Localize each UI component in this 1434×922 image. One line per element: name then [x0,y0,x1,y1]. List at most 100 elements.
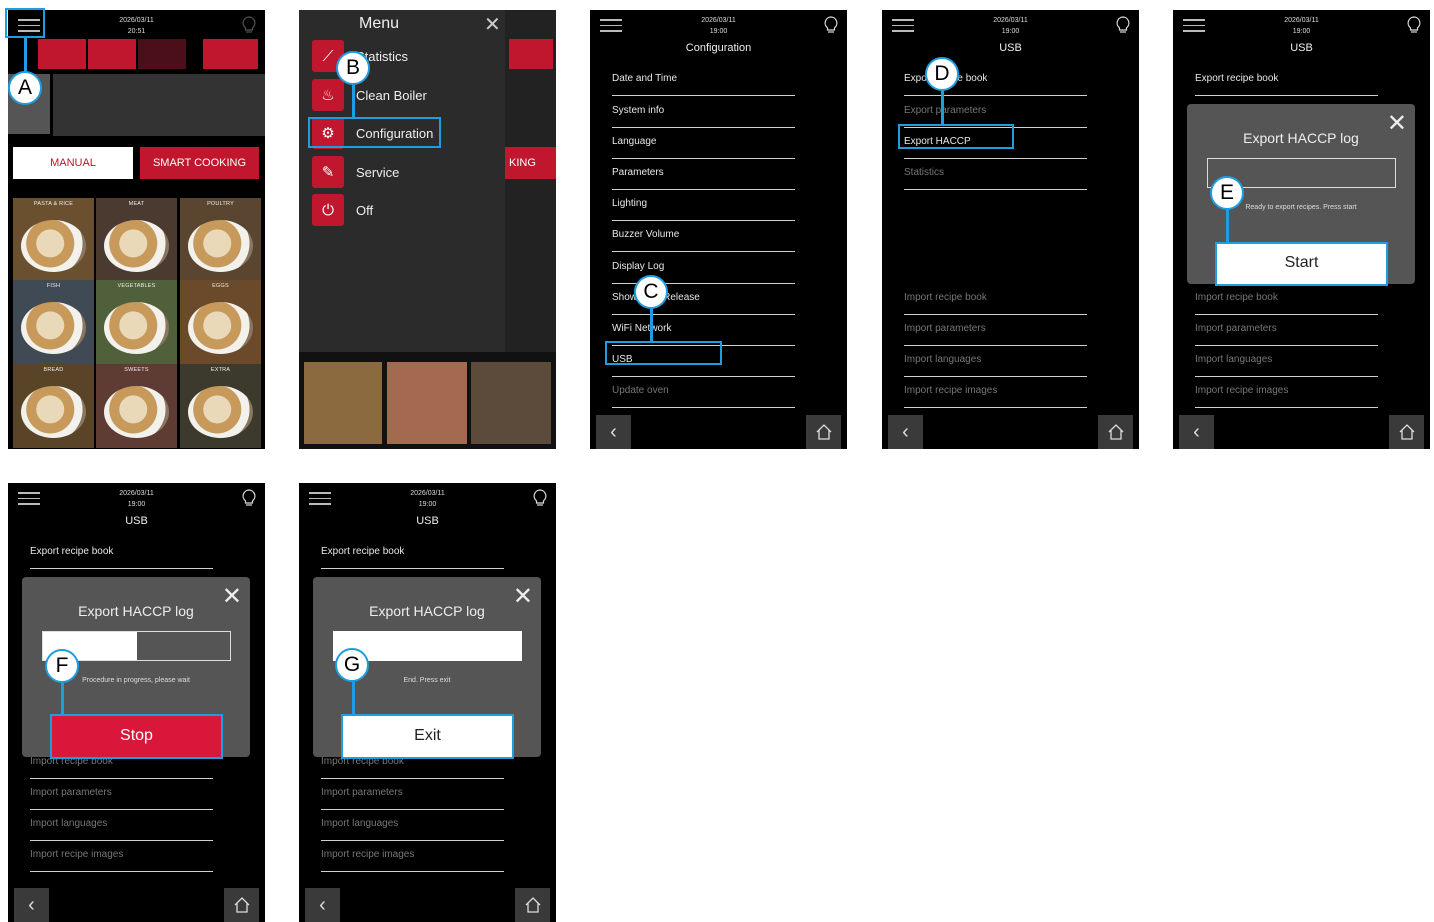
list-item-import-parameters: Import parameters [30,779,213,810]
callout-f-line [61,682,64,715]
category-label: FISH [46,283,61,289]
screen-usb-dialog-start: 2026/03/1119:00 USB Export recipe book E… [1173,10,1430,449]
tab-steam[interactable] [88,39,136,69]
lightbulb-icon[interactable] [241,16,257,34]
category-label: VEGETABLES [117,283,156,289]
datetime: 2026/03/11 20:51 [119,17,154,35]
config-item[interactable]: Buzzer Volume [612,221,795,252]
category-label: MEAT [128,201,145,207]
dialog-title: Export HACCP log [369,603,485,619]
lightbulb-icon[interactable] [532,489,548,507]
dish-image [21,220,86,272]
callout-d: D [925,57,959,91]
menu-panel: Menu ✕ ⟋ Statistics ♨ Clean Boiler ⚙ Config… [299,10,505,352]
home-icon [1399,424,1414,440]
category-tile[interactable]: MEAT [96,198,177,282]
menu-item-service[interactable]: ✎ Service [309,156,489,190]
tab-boiler[interactable] [38,39,86,69]
bottom-tiles [299,352,556,449]
manual-button[interactable]: MANUAL [13,147,133,179]
close-icon[interactable]: ✕ [1387,109,1407,138]
home-icon [234,897,249,913]
wrench-icon: ✎ [312,156,344,188]
callout-c-line [650,305,653,342]
category-label: SWEETS [124,367,149,373]
category-tile[interactable]: BREAD [13,364,94,448]
home-button[interactable] [1389,415,1424,449]
callout-d-line [941,90,944,125]
smart-cooking-button[interactable]: SMART COOKING [140,147,259,179]
tab-recipes[interactable] [203,39,258,69]
category-tile[interactable]: EGGS [180,280,261,364]
page-title: USB [999,42,1022,54]
close-icon[interactable]: ✕ [222,582,242,611]
highlight-a [5,8,45,38]
close-icon[interactable]: ✕ [513,582,533,611]
menu-title: Menu [358,15,400,32]
screen-usb: 2026/03/1119:00 USB Export recipe book E… [882,10,1139,449]
callout-a-line [24,38,27,74]
list-item-import-languages: Import languages [30,810,213,841]
list-item-import-languages: Import languages [904,346,1087,377]
callout-e-line [1226,208,1229,243]
config-item[interactable]: Parameters [612,159,795,190]
page-title: USB [125,515,148,527]
highlight-b [308,117,441,148]
home-icon [816,424,831,440]
menu-item-off[interactable]: ⏻ Off [309,194,489,228]
callout-g-line [352,682,355,715]
category-tile[interactable]: FISH [13,280,94,364]
screen-usb-dialog-progress: 2026/03/1119:00 USB Export recipe book E… [8,483,265,922]
back-button[interactable]: ‹ [1179,415,1214,449]
lightbulb-icon[interactable] [1115,16,1131,34]
lightbulb-icon[interactable] [241,489,257,507]
list-item-import-recipe-images: Import recipe images [30,841,213,872]
highlight-e [1215,242,1388,286]
category-tile[interactable]: POULTRY [180,198,261,282]
callout-f: F [45,649,79,683]
highlight-f [50,714,223,759]
list-item-import-languages: Import languages [1195,346,1378,377]
back-button[interactable]: ‹ [596,415,631,449]
home-button[interactable] [1098,415,1133,449]
page-title: USB [416,515,439,527]
boiler-icon: ♨ [312,79,344,111]
list-item-import-recipe-images: Import recipe images [904,377,1087,408]
config-item[interactable]: Lighting [612,190,795,221]
config-item[interactable]: Date and Time [612,65,795,96]
back-button[interactable]: ‹ [888,415,923,449]
callout-b: B [336,51,370,85]
category-label: PASTA & RICE [33,201,74,207]
list-item-import-recipe-images: Import recipe images [1195,377,1378,408]
dish-image [21,302,86,354]
config-item[interactable]: System info [612,97,795,128]
datetime: 2026/03/11 19:00 [119,490,154,508]
list-item-import-parameters: Import parameters [1195,315,1378,346]
category-tile[interactable]: EXTRA [180,364,261,448]
category-tile[interactable]: VEGETABLES [96,280,177,364]
lightbulb-icon[interactable] [1406,16,1422,34]
datetime: 2026/03/11 19:00 [410,490,445,508]
category-tile[interactable]: PASTA & RICE [13,198,94,282]
callout-b-line [352,85,355,118]
category-tile[interactable]: SWEETS [96,364,177,448]
page-title: Configuration [685,42,752,54]
dish-image [188,302,253,354]
list-item-export-recipe-book[interactable]: Export recipe book [30,538,213,569]
dish-image [104,220,169,272]
close-icon[interactable]: ✕ [484,12,501,37]
datetime: 2026/03/11 19:00 [701,17,736,35]
tab-disabled [138,39,186,69]
home-icon [525,897,540,913]
category-label: EGGS [212,283,229,289]
callout-a: A [8,71,42,105]
list-item-export-recipe-book[interactable]: Export recipe book [1195,65,1378,96]
menu-item-clean-boiler[interactable]: ♨ Clean Boiler [309,79,489,113]
home-button[interactable] [806,415,841,449]
dish-image [104,302,169,354]
callout-c: C [634,275,668,309]
lightbulb-icon[interactable] [823,16,839,34]
config-item[interactable]: Language [612,128,795,159]
list-item-import-recipe-book: Import recipe book [904,284,1087,315]
list-item-export-recipe-book[interactable]: Export recipe book [321,538,504,569]
